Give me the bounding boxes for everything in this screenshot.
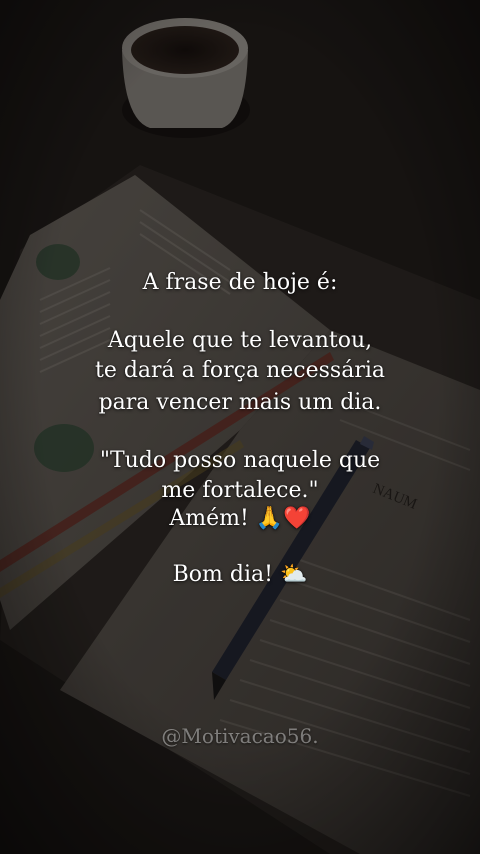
sun-behind-cloud-icon: ⛅ [279,562,308,587]
verse-line-1: "Tudo posso naquele que [99,448,381,473]
amen-line: Amém! 🙏❤️ [0,506,480,532]
watermark-handle: @Motivacao56. [161,724,319,748]
greeting-text: Bom dia! [172,562,273,587]
praying-hands-heart-icon: 🙏❤️ [255,506,311,531]
quote-line-2: te dará a força necessária [94,358,386,383]
amen-text: Amém! [169,506,249,531]
verse-line-2: me fortalece." [161,478,319,503]
intro-text: A frase de hoje é: [142,270,338,295]
quote-line-1: Aquele que te levantou, [107,328,373,353]
story-frame: NAUM A frase de hoje é: Aquele que te le… [0,0,480,854]
greeting-line: Bom dia! ⛅ [0,562,480,588]
quote-line-3: para vencer mais um dia. [98,390,382,415]
